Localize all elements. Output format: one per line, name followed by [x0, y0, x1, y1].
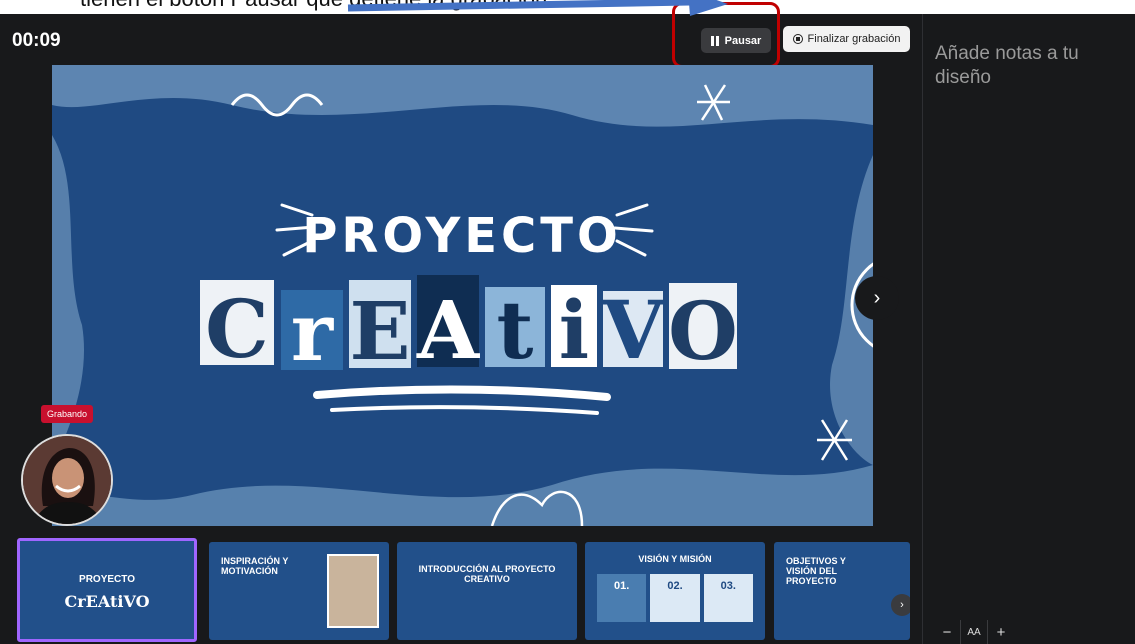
thumbnail-title: PROYECTO — [79, 574, 135, 585]
annotation-arrow — [347, 0, 728, 16]
svg-text:t: t — [497, 283, 534, 377]
svg-text:E: E — [350, 284, 411, 378]
svg-text:r: r — [291, 285, 334, 379]
presenter-camera — [21, 434, 113, 526]
svg-text:A: A — [416, 283, 480, 377]
text-size-icon[interactable]: AA — [961, 620, 988, 644]
thumbnail-columns: 01. 02. 03. — [597, 574, 753, 622]
slide-artwork: PROYECTO C r E A t i V O — [52, 65, 873, 526]
thumbnail-photo — [327, 554, 379, 628]
thumbnail-slide-4[interactable]: VISIÓN Y MISIÓN 01. 02. 03. — [585, 542, 765, 640]
slide-title-line1: PROYECTO — [302, 208, 622, 264]
text-size-controls: − AA + — [934, 620, 1014, 644]
thumbnail-title: INTRODUCCIÓN AL PROYECTO CREATIVO — [418, 564, 556, 584]
column-1: 01. — [597, 574, 647, 622]
slide-thumbnail-strip: PROYECTO CrEAtiVO INSPIRACIÓN Y MOTIVACI… — [17, 538, 910, 642]
thumbnail-slide-1[interactable]: PROYECTO CrEAtiVO — [17, 538, 197, 642]
presenter-avatar — [23, 436, 111, 524]
chevron-right-icon: › — [873, 286, 881, 309]
current-slide: PROYECTO C r E A t i V O — [52, 65, 873, 526]
thumbnail-slide-2[interactable]: INSPIRACIÓN Y MOTIVACIÓN — [209, 542, 389, 640]
thumbnail-slide-5[interactable]: OBJETIVOS Y VISIÓN DEL PROYECTO — [774, 542, 910, 640]
thumbnail-subtitle: CrEAtiVO — [64, 592, 150, 611]
notes-panel: Añade notas a tu diseño — [922, 14, 1135, 644]
increase-text-button[interactable]: + — [988, 620, 1014, 644]
svg-text:O: O — [668, 284, 738, 378]
column-2: 02. — [650, 574, 700, 622]
chevron-right-icon: › — [900, 599, 904, 611]
thumbnail-slide-3[interactable]: INTRODUCCIÓN AL PROYECTO CREATIVO — [397, 542, 577, 640]
thumbnail-title: INSPIRACIÓN Y MOTIVACIÓN — [221, 556, 289, 576]
column-3: 03. — [703, 574, 753, 622]
svg-text:C: C — [205, 282, 269, 376]
svg-text:i: i — [559, 283, 589, 377]
recording-badge: Grabando — [41, 405, 94, 423]
decrease-text-button[interactable]: − — [934, 620, 961, 644]
recording-studio: 00:09 Pausar Finalizar grabación PROYECT — [0, 2, 1135, 644]
thumbnail-strip-next-button[interactable]: › — [891, 594, 910, 616]
next-slide-button[interactable]: › — [855, 276, 899, 320]
thumbnail-title: OBJETIVOS Y VISIÓN DEL PROYECTO — [786, 556, 846, 586]
svg-text:V: V — [601, 283, 666, 377]
thumbnail-title: VISIÓN Y MISIÓN — [638, 554, 712, 564]
